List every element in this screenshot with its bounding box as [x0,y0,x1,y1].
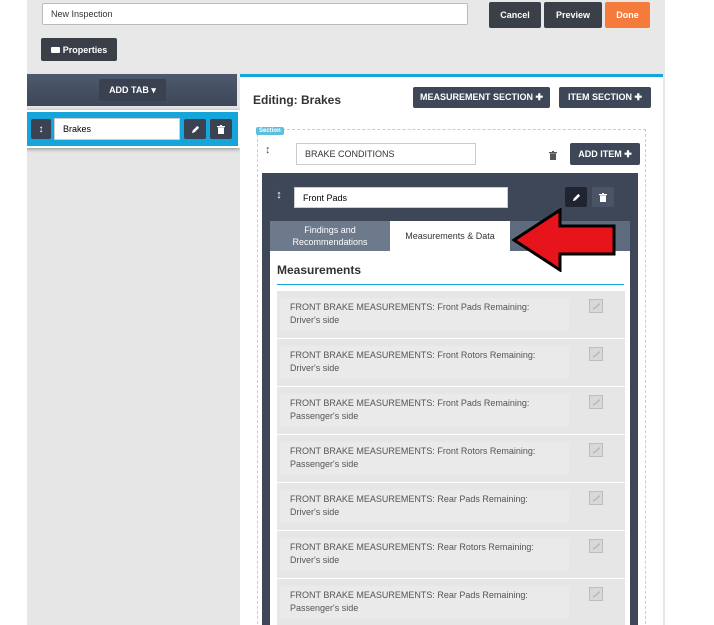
section-badge: Section [256,127,284,135]
properties-label: Properties [62,44,108,55]
list-item[interactable]: FRONT BRAKE MEASUREMENTS: Rear Pads Rema… [277,483,625,531]
tab-measurements[interactable]: Measurements & Data [390,221,510,251]
measurement-label: FRONT BRAKE MEASUREMENTS: Front Rotors R… [280,442,569,475]
trash-icon [599,192,607,202]
tabs-sidebar: ADD TAB ▾ ↕ [27,74,240,625]
properties-button[interactable]: Properties [41,38,117,61]
top-toolbar: Cancel Preview Done Properties [27,0,665,72]
delete-item-button[interactable] [592,187,614,207]
add-tab-button[interactable]: ADD TAB ▾ [99,79,166,101]
list-item[interactable]: FRONT BRAKE MEASUREMENTS: Rear Rotors Re… [277,531,625,579]
tab-name-input[interactable] [54,118,180,140]
measurements-list: FRONT BRAKE MEASUREMENTS: Front Pads Rem… [277,291,625,625]
list-item[interactable]: FRONT BRAKE MEASUREMENTS: Rear Pads Rema… [277,579,625,625]
section-block: Section ↕ ADD ITEM ✚ ↕ Findings and Reco… [256,127,646,625]
list-item[interactable]: FRONT BRAKE MEASUREMENTS: Front Pads Rem… [277,291,625,339]
sort-handle-icon[interactable]: ↕ [265,144,271,156]
card-icon [50,46,60,53]
inspection-name-input[interactable] [42,3,468,25]
cancel-button[interactable]: Cancel [489,2,541,28]
measurement-label: FRONT BRAKE MEASUREMENTS: Front Pads Rem… [280,394,569,427]
measurement-label: FRONT BRAKE MEASUREMENTS: Rear Pads Rema… [280,586,569,619]
image-placeholder-icon[interactable] [589,539,603,553]
image-placeholder-icon[interactable] [589,395,603,409]
tab-findings[interactable]: Findings and Recommendations [270,221,390,251]
measurement-label: FRONT BRAKE MEASUREMENTS: Front Pads Rem… [280,298,569,331]
item-name-input[interactable] [294,187,508,208]
measurements-title: Measurements [277,263,362,277]
measurement-label: FRONT BRAKE MEASUREMENTS: Front Rotors R… [280,346,569,379]
sort-handle-icon[interactable]: ↕ [270,186,288,204]
image-placeholder-icon[interactable] [589,443,603,457]
section-name-input[interactable] [296,143,476,165]
add-item-button[interactable]: ADD ITEM ✚ [570,143,640,165]
editor-title: Editing: Brakes [253,93,342,107]
arrow-annotation-icon [511,208,616,272]
image-placeholder-icon[interactable] [589,347,603,361]
divider [277,284,624,285]
trash-icon [217,124,225,134]
edit-tab-button[interactable] [184,119,206,139]
page-margin [665,0,691,625]
sidebar-item-brakes[interactable]: ↕ [27,110,240,148]
image-placeholder-icon[interactable] [589,587,603,601]
tab-editor: Editing: Brakes MEASUREMENT SECTION ✚ IT… [240,74,663,625]
measurement-label: FRONT BRAKE MEASUREMENTS: Rear Pads Rema… [280,490,569,523]
image-placeholder-icon[interactable] [589,299,603,313]
pencil-icon [572,193,580,201]
sort-handle-icon[interactable]: ↕ [31,119,51,139]
add-measurement-section-button[interactable]: MEASUREMENT SECTION ✚ [413,87,550,108]
inspection-editor: Cancel Preview Done Properties ADD TAB ▾… [27,0,665,625]
add-item-section-button[interactable]: ITEM SECTION ✚ [559,87,651,108]
delete-section-button[interactable] [544,146,562,164]
trash-icon [549,150,557,160]
done-button[interactable]: Done [605,2,650,28]
delete-tab-button[interactable] [210,119,232,139]
measurements-panel: Measurements FRONT BRAKE MEASUREMENTS: F… [270,251,630,625]
list-item[interactable]: FRONT BRAKE MEASUREMENTS: Front Rotors R… [277,339,625,387]
pencil-icon [191,125,199,133]
edit-item-button[interactable] [565,187,587,207]
measurement-label: FRONT BRAKE MEASUREMENTS: Rear Rotors Re… [280,538,569,571]
list-item[interactable]: FRONT BRAKE MEASUREMENTS: Front Pads Rem… [277,387,625,435]
preview-button[interactable]: Preview [544,2,602,28]
list-item[interactable]: FRONT BRAKE MEASUREMENTS: Front Rotors R… [277,435,625,483]
sidebar-header: ADD TAB ▾ [27,74,237,106]
image-placeholder-icon[interactable] [589,491,603,505]
